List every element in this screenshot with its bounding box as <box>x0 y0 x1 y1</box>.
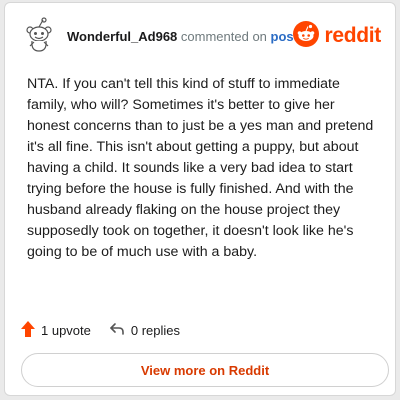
snoo-avatar-icon[interactable] <box>21 17 57 53</box>
comment-header: Wonderful_Ad968 commented on post <box>67 29 298 45</box>
username[interactable]: Wonderful_Ad968 <box>67 29 177 44</box>
upvote-arrow-icon <box>21 321 35 340</box>
reply-arrow-icon <box>109 322 125 339</box>
view-more-button[interactable]: View more on Reddit <box>21 353 389 387</box>
reddit-logo-icon <box>293 20 320 52</box>
upvote-button[interactable]: 1 upvote <box>21 321 91 340</box>
replies-button[interactable]: 0 replies <box>109 322 180 339</box>
reply-count: 0 replies <box>130 323 181 338</box>
comment-card: Wonderful_Ad968 commented on post reddit… <box>4 2 396 396</box>
comment-body: NTA. If you can't tell this kind of stuf… <box>27 76 374 260</box>
view-more-label: View more on Reddit <box>140 362 270 378</box>
reddit-brand[interactable]: reddit <box>293 20 381 52</box>
comment-footer: 1 upvote 0 replies <box>21 321 180 340</box>
action-text: commented on <box>180 29 267 44</box>
upvote-count: 1 upvote <box>41 323 91 338</box>
reddit-wordmark: reddit <box>324 24 381 47</box>
